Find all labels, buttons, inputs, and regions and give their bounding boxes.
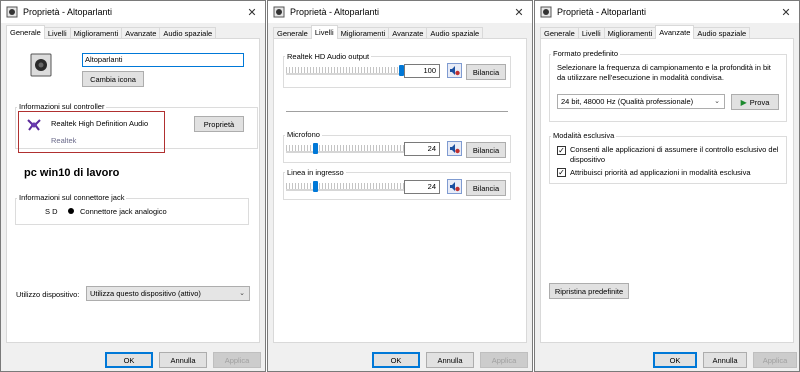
line-in-mute-icon[interactable] — [447, 179, 462, 194]
jack-type: Connettore jack analogico — [80, 207, 167, 216]
properties-window-advanced: Proprietà - Altoparlanti ✕ Generale Live… — [534, 0, 800, 372]
realtek-crab-icon — [27, 119, 41, 131]
ok-button[interactable]: OK — [653, 352, 697, 368]
cancel-button[interactable]: Annulla — [159, 352, 207, 368]
jack-position: S D — [45, 207, 58, 216]
separator — [286, 111, 508, 112]
close-icon[interactable]: ✕ — [506, 1, 532, 23]
test-button[interactable]: ▶ Prova — [731, 94, 779, 110]
properties-window-general: Proprietà - Altoparlanti ✕ Generale Live… — [0, 0, 266, 372]
close-icon[interactable]: ✕ — [239, 1, 265, 23]
exclusive-control-checkbox[interactable]: ✓ — [557, 146, 566, 155]
change-icon-button[interactable]: Cambia icona — [82, 71, 144, 87]
tab-generale[interactable]: Generale — [6, 25, 45, 39]
window-title: Proprietà - Altoparlanti — [557, 7, 647, 17]
balance-button-output[interactable]: Bilancia — [466, 64, 506, 80]
tab-bar: Generale Livelli Miglioramenti Avanzate … — [540, 25, 751, 39]
slider-thumb[interactable] — [313, 181, 318, 192]
title-bar[interactable]: Proprietà - Altoparlanti ✕ — [1, 1, 265, 23]
controller-vendor: Realtek — [51, 136, 77, 145]
level-label-mic: Microfono — [285, 130, 322, 139]
exclusive-group-title: Modalità esclusiva — [551, 131, 617, 140]
level-slider-output[interactable] — [286, 63, 404, 77]
level-label-output: Realtek HD Audio output — [285, 52, 372, 61]
level-label-linein: Linea in ingresso — [285, 168, 346, 177]
properties-window-levels: Proprietà - Altoparlanti ✕ Generale Live… — [267, 0, 533, 372]
speaker-icon — [273, 6, 285, 18]
slider-thumb[interactable] — [313, 143, 318, 154]
play-icon: ▶ — [740, 97, 747, 107]
exclusive-control-label: Consenti alle applicazioni di assumere i… — [570, 145, 779, 164]
format-group-title: Formato predefinito — [551, 49, 621, 58]
balance-button-mic[interactable]: Bilancia — [466, 142, 506, 158]
tab-avanzate[interactable]: Avanzate — [655, 25, 695, 39]
microphone-mute-icon[interactable] — [447, 141, 462, 156]
window-title: Proprietà - Altoparlanti — [290, 7, 380, 17]
speaker-device-icon — [30, 53, 52, 77]
chevron-down-icon: ⌄ — [714, 98, 720, 105]
level-value-linein[interactable]: 24 — [404, 180, 440, 194]
level-value-output[interactable]: 100 — [404, 64, 440, 78]
cancel-button[interactable]: Annulla — [426, 352, 474, 368]
controller-group-title: Informazioni sul controller — [17, 102, 107, 111]
format-select-value: 24 bit, 48000 Hz (Qualità professionale) — [561, 97, 694, 106]
speaker-icon — [6, 6, 18, 18]
controller-properties-button[interactable]: Proprietà — [194, 116, 244, 132]
window-title: Proprietà - Altoparlanti — [23, 7, 113, 17]
controller-name: Realtek High Definition Audio — [51, 119, 149, 128]
tab-bar: Generale Livelli Miglioramenti Avanzate … — [273, 25, 484, 39]
ok-button[interactable]: OK — [372, 352, 420, 368]
usage-label: Utilizzo dispositivo: — [16, 290, 80, 299]
advanced-panel: Formato predefinito Selezionare la frequ… — [540, 38, 794, 343]
jack-dot-icon — [68, 208, 74, 214]
test-button-label: Prova — [749, 97, 770, 107]
chevron-down-icon: ⌄ — [239, 290, 245, 297]
tab-bar: Generale Livelli Miglioramenti Avanzate … — [6, 25, 217, 39]
title-bar[interactable]: Proprietà - Altoparlanti ✕ — [535, 1, 799, 23]
annotation-text: pc win10 di lavoro — [24, 167, 120, 179]
level-slider-mic[interactable] — [286, 141, 404, 155]
format-description: Selezionare la frequenza di campionament… — [557, 63, 771, 82]
level-value-mic[interactable]: 24 — [404, 142, 440, 156]
levels-panel: Realtek HD Audio output 100 Bilancia Mic… — [273, 38, 527, 343]
close-icon[interactable]: ✕ — [773, 1, 799, 23]
usage-select[interactable]: Utilizza questo dispositivo (attivo) ⌄ — [86, 286, 250, 301]
general-panel: Altoparlanti Cambia icona Informazioni s… — [6, 38, 260, 343]
apply-button[interactable]: Applica — [213, 352, 261, 368]
speaker-mute-icon[interactable] — [447, 63, 462, 78]
exclusive-priority-label: Attribuisci priorità ad applicazioni in … — [570, 168, 751, 177]
apply-button[interactable]: Applica — [753, 352, 797, 368]
device-name-input[interactable]: Altoparlanti — [82, 53, 244, 67]
balance-button-linein[interactable]: Bilancia — [466, 180, 506, 196]
jack-group-title: Informazioni sul connettore jack — [17, 193, 127, 202]
title-bar[interactable]: Proprietà - Altoparlanti ✕ — [268, 1, 532, 23]
speaker-icon — [540, 6, 552, 18]
restore-defaults-button[interactable]: Ripristina predefinite — [549, 283, 629, 299]
tab-livelli[interactable]: Livelli — [310, 25, 338, 39]
ok-button[interactable]: OK — [105, 352, 153, 368]
apply-button[interactable]: Applica — [480, 352, 528, 368]
cancel-button[interactable]: Annulla — [703, 352, 747, 368]
exclusive-priority-checkbox[interactable]: ✓ — [557, 168, 566, 177]
format-select[interactable]: 24 bit, 48000 Hz (Qualità professionale)… — [557, 94, 725, 109]
level-slider-linein[interactable] — [286, 179, 404, 193]
usage-select-value: Utilizza questo dispositivo (attivo) — [90, 289, 201, 298]
